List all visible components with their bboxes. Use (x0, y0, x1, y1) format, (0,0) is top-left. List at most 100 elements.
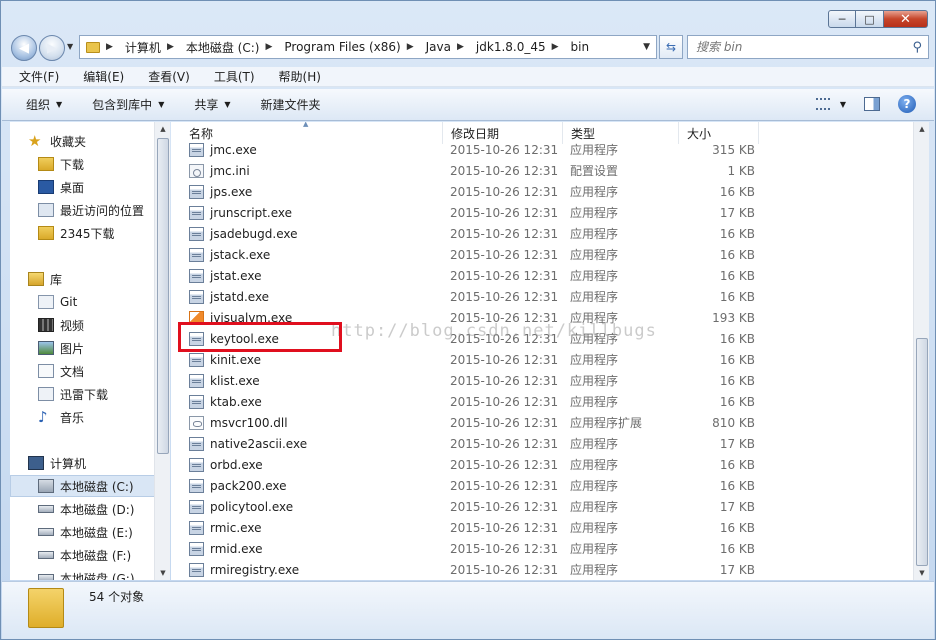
table-row[interactable]: msvcr100.dll 2015-10-26 12:31 应用程序扩展 810 KB (171, 412, 913, 433)
table-row[interactable]: rmiregistry.exe 2015-10-26 12:31 应用程序 17 KB (171, 559, 913, 580)
table-row[interactable]: jstat.exe 2015-10-26 12:31 应用程序 16 KB (171, 265, 913, 286)
table-row[interactable]: jstack.exe 2015-10-26 12:31 应用程序 16 KB (171, 244, 913, 265)
sidebar-item-drive-c[interactable]: 本地磁盘 (C:) (10, 475, 155, 497)
sidebar-item-drive-g[interactable]: 本地磁盘 (G:) (38, 567, 169, 580)
menu-edit[interactable]: 编辑(E) (66, 68, 131, 85)
maximize-button[interactable]: □ (856, 10, 884, 28)
file-list-scrollbar[interactable]: ▲ ▼ (913, 122, 929, 580)
chevron-right-icon[interactable]: ▶ (552, 42, 559, 52)
file-name-label: orbd.exe (210, 457, 263, 472)
refresh-button[interactable]: ⇆ (659, 35, 683, 59)
sidebar-libraries[interactable]: 库 (28, 268, 169, 290)
search-input[interactable] (696, 40, 896, 54)
navigation-scrollbar[interactable]: ▲ ▼ (154, 122, 170, 580)
breadcrumb-jdk[interactable]: jdk1.8.0_45 (476, 40, 546, 54)
back-button[interactable]: ◀ (11, 35, 37, 61)
address-bar[interactable]: ▶ 计算机 ▶ 本地磁盘 (C:) ▶ Program Files (x86) … (79, 35, 657, 59)
table-row[interactable]: klist.exe 2015-10-26 12:31 应用程序 16 KB (171, 370, 913, 391)
organize-button[interactable]: 组织 ▼ (26, 96, 62, 113)
breadcrumb-computer[interactable]: 计算机 (125, 39, 161, 56)
table-row[interactable]: ktab.exe 2015-10-26 12:31 应用程序 16 KB (171, 391, 913, 412)
crumb-label: Program Files (x86) (284, 40, 401, 54)
sidebar-item-2345-downloads[interactable]: 2345下载 (38, 222, 169, 244)
breadcrumb-program-files[interactable]: Program Files (x86) (284, 40, 400, 54)
file-type: 配置设置 (570, 164, 619, 178)
folder-icon (38, 226, 54, 240)
address-dropdown-icon[interactable]: ▼ (643, 42, 650, 52)
sidebar-item-desktop[interactable]: 桌面 (38, 176, 169, 198)
search-icon[interactable]: ⚲ (912, 40, 922, 55)
chevron-right-icon[interactable]: ▶ (265, 42, 272, 52)
chevron-right-icon[interactable]: ▶ (167, 42, 174, 52)
menu-tools[interactable]: 工具(T) (197, 68, 262, 85)
sidebar-item-drive-e[interactable]: 本地磁盘 (E:) (38, 521, 169, 543)
file-type: 应用程序 (570, 479, 619, 493)
sidebar-item-thunder-downloads[interactable]: 迅雷下载 (38, 383, 169, 405)
table-row[interactable]: policytool.exe 2015-10-26 12:31 应用程序 17 KB (171, 496, 913, 517)
table-row[interactable]: jrunscript.exe 2015-10-26 12:31 应用程序 17 KB (171, 202, 913, 223)
table-row[interactable]: jsadebugd.exe 2015-10-26 12:31 应用程序 16 KB (171, 223, 913, 244)
sidebar-item-drive-f[interactable]: 本地磁盘 (F:) (38, 544, 169, 566)
sidebar-item-downloads[interactable]: 下载 (38, 153, 169, 175)
sidebar-item-recent[interactable]: 最近访问的位置 (38, 199, 169, 221)
scroll-up-icon[interactable]: ▲ (914, 122, 930, 136)
table-row[interactable]: orbd.exe 2015-10-26 12:31 应用程序 16 KB (171, 454, 913, 475)
recent-places-icon (38, 203, 54, 217)
sidebar-computer[interactable]: 计算机 (28, 452, 169, 474)
file-size: 16 KB (719, 457, 755, 472)
table-row[interactable]: jstatd.exe 2015-10-26 12:31 应用程序 16 KB (171, 286, 913, 307)
file-type: 应用程序 (570, 521, 619, 535)
navigation-pane: ★ 收藏夹 下载 桌面 最近访问的位置 2345下载 库 Git 视频 图片 文档 (10, 122, 169, 580)
chevron-right-icon[interactable]: ▶ (457, 42, 464, 52)
help-icon[interactable]: ? (898, 95, 916, 113)
sidebar-item-pictures[interactable]: 图片 (38, 337, 169, 359)
system-drive-icon (38, 479, 54, 493)
breadcrumb-drive-c[interactable]: 本地磁盘 (C:) (186, 39, 260, 56)
file-name: jstat.exe (189, 268, 261, 283)
scroll-down-icon[interactable]: ▼ (914, 566, 930, 580)
table-row[interactable]: rmic.exe 2015-10-26 12:31 应用程序 16 KB (171, 517, 913, 538)
minimize-button[interactable]: ─ (828, 10, 856, 28)
menu-file[interactable]: 文件(F) (2, 68, 66, 85)
file-date: 2015-10-26 12:31 (450, 457, 559, 472)
table-row[interactable]: kinit.exe 2015-10-26 12:31 应用程序 16 KB (171, 349, 913, 370)
sidebar-item-git[interactable]: Git (38, 291, 169, 313)
computer-icon (28, 456, 44, 470)
close-button[interactable]: ✕ (884, 10, 928, 28)
file-name-label: pack200.exe (210, 478, 287, 493)
recent-pages-dropdown[interactable]: ▼ (67, 42, 73, 51)
sidebar-item-drive-d[interactable]: 本地磁盘 (D:) (38, 498, 169, 520)
scrollbar-thumb[interactable] (916, 338, 928, 566)
chevron-down-icon: ▼ (56, 100, 63, 109)
forward-button[interactable]: ▶ (39, 35, 65, 61)
menu-view[interactable]: 查看(V) (131, 68, 197, 85)
scroll-up-icon[interactable]: ▲ (155, 122, 171, 136)
breadcrumb-java[interactable]: Java (426, 40, 451, 54)
share-button[interactable]: 共享 ▼ (194, 96, 230, 113)
file-size: 17 KB (719, 205, 755, 220)
new-folder-button[interactable]: 新建文件夹 (261, 96, 321, 113)
menu-help[interactable]: 帮助(H) (262, 68, 328, 85)
scrollbar-thumb[interactable] (157, 138, 169, 454)
sidebar-item-documents[interactable]: 文档 (38, 360, 169, 382)
table-row[interactable]: native2ascii.exe 2015-10-26 12:31 应用程序 17 K… (171, 433, 913, 454)
sidebar-label: 桌面 (60, 180, 85, 195)
preview-pane-icon[interactable] (864, 97, 880, 111)
drive-icon (38, 574, 54, 580)
include-in-library-button[interactable]: 包含到库中 ▼ (92, 96, 164, 113)
sidebar-favorites[interactable]: ★ 收藏夹 (28, 130, 169, 152)
search-box[interactable]: ⚲ (687, 35, 929, 59)
scroll-down-icon[interactable]: ▼ (155, 566, 171, 580)
table-row[interactable]: jps.exe 2015-10-26 12:31 应用程序 16 KB (171, 181, 913, 202)
table-row[interactable]: jmc.ini 2015-10-26 12:31 配置设置 1 KB (171, 160, 913, 181)
table-row[interactable]: jmc.exe 2015-10-26 12:31 应用程序 315 KB (171, 139, 913, 160)
breadcrumb-bin[interactable]: bin (571, 40, 590, 54)
sidebar-item-music[interactable]: ♪ 音乐 (38, 406, 169, 428)
chevron-right-icon[interactable]: ▶ (407, 42, 414, 52)
table-row[interactable]: rmid.exe 2015-10-26 12:31 应用程序 16 KB (171, 538, 913, 559)
file-type: 应用程序 (570, 269, 619, 283)
file-name: jstack.exe (189, 247, 270, 262)
change-view-button[interactable]: ▼ (815, 98, 846, 110)
sidebar-item-videos[interactable]: 视频 (38, 314, 169, 336)
table-row[interactable]: pack200.exe 2015-10-26 12:31 应用程序 16 KB (171, 475, 913, 496)
